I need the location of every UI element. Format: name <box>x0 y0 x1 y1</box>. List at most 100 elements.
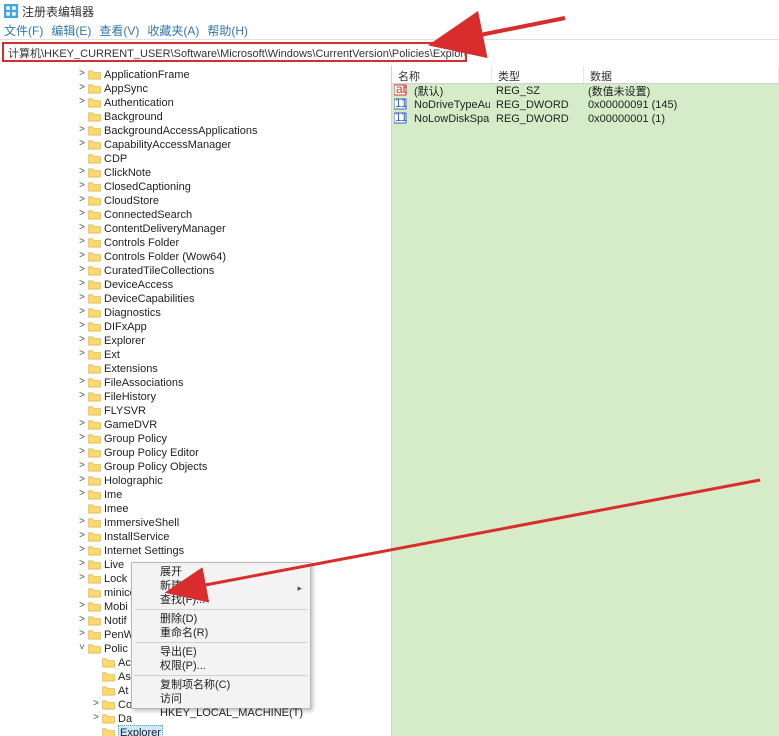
expander-icon[interactable]: > <box>76 138 88 152</box>
menu-item[interactable]: 删除(D) <box>134 612 308 626</box>
tree-item[interactable]: >Controls Folder <box>0 236 265 250</box>
tree-item[interactable]: >InstallService <box>0 530 265 544</box>
menu-help[interactable]: 帮助(H) <box>207 22 248 39</box>
tree-item-label: Group Policy Editor <box>104 446 199 460</box>
expander-icon[interactable]: > <box>76 264 88 278</box>
value-row[interactable]: (默认)REG_SZ(数值未设置) <box>392 84 779 98</box>
expander-icon[interactable]: > <box>76 348 88 362</box>
tree-item[interactable]: >BackgroundAccessApplications <box>0 124 265 138</box>
expander-icon[interactable]: > <box>90 712 102 726</box>
expander-icon[interactable]: > <box>76 460 88 474</box>
expander-icon[interactable]: > <box>76 614 88 628</box>
expander-icon[interactable]: > <box>76 390 88 404</box>
expander-icon[interactable]: > <box>90 698 102 712</box>
expander-icon[interactable]: ˅ <box>76 642 88 656</box>
expander-icon[interactable]: > <box>76 334 88 348</box>
tree-item[interactable]: Background <box>0 110 265 124</box>
tree-item[interactable]: Explorer <box>0 726 265 736</box>
menu-item[interactable]: 查找(F)... <box>134 593 308 607</box>
expander-icon[interactable]: > <box>76 558 88 572</box>
tree-item[interactable]: >Internet Settings <box>0 544 265 558</box>
value-row[interactable]: NoDriveTypeAu...REG_DWORD0x00000091 (145… <box>392 98 779 112</box>
expander-icon[interactable]: > <box>76 544 88 558</box>
expander-icon[interactable]: > <box>76 306 88 320</box>
expander-icon[interactable]: > <box>76 320 88 334</box>
expander-icon[interactable]: > <box>76 236 88 250</box>
context-menu[interactable]: 展开新建(N)▸查找(F)... 删除(D)重命名(R) 导出(E)权限(P)...… <box>131 562 311 709</box>
tree-item[interactable]: CDP <box>0 152 265 166</box>
tree-item[interactable]: >ClickNote <box>0 166 265 180</box>
menu-item[interactable]: 访问 HKEY_LOCAL_MACHINE(T) <box>134 692 308 706</box>
tree-item[interactable]: >DeviceAccess <box>0 278 265 292</box>
col-type[interactable]: 类型 <box>492 66 584 83</box>
tree-item[interactable]: Imee <box>0 502 265 516</box>
tree-item[interactable]: >ApplicationFrame <box>0 68 265 82</box>
expander-icon[interactable]: > <box>76 628 88 642</box>
expander-icon[interactable]: > <box>76 208 88 222</box>
expander-icon[interactable]: > <box>76 418 88 432</box>
tree-item[interactable]: >CuratedTileCollections <box>0 264 265 278</box>
expander-icon[interactable]: > <box>76 250 88 264</box>
tree-item[interactable]: >Holographic <box>0 474 265 488</box>
tree-item[interactable]: >CloudStore <box>0 194 265 208</box>
expander-icon[interactable]: > <box>76 124 88 138</box>
tree-item[interactable]: >CapabilityAccessManager <box>0 138 265 152</box>
expander-icon[interactable]: > <box>76 222 88 236</box>
tree-item[interactable]: >Group Policy <box>0 432 265 446</box>
tree-item[interactable]: >Group Policy Objects <box>0 460 265 474</box>
value-type: REG_DWORD <box>490 99 582 111</box>
tree-item[interactable]: >FileAssociations <box>0 376 265 390</box>
tree-item[interactable]: >GameDVR <box>0 418 265 432</box>
expander-icon[interactable]: > <box>76 194 88 208</box>
expander-icon[interactable]: > <box>76 446 88 460</box>
menu-item[interactable]: 重命名(R) <box>134 626 308 640</box>
tree-item[interactable]: >FileHistory <box>0 390 265 404</box>
tree-item[interactable]: >Authentication <box>0 96 265 110</box>
expander-icon[interactable]: > <box>76 376 88 390</box>
tree-item[interactable]: >Controls Folder (Wow64) <box>0 250 265 264</box>
expander-icon[interactable]: > <box>76 600 88 614</box>
tree-item[interactable]: >DeviceCapabilities <box>0 292 265 306</box>
value-row[interactable]: NoLowDiskSpa...REG_DWORD0x00000001 (1) <box>392 112 779 126</box>
expander-icon[interactable]: > <box>76 530 88 544</box>
address-bar[interactable]: 计算机\HKEY_CURRENT_USER\Software\Microsoft… <box>2 42 467 62</box>
tree-item[interactable]: > Group Policy Editor <box>0 446 265 460</box>
tree-item[interactable]: >Explorer <box>0 334 265 348</box>
expander-icon[interactable]: > <box>76 82 88 96</box>
tree-item[interactable]: >AppSync <box>0 82 265 96</box>
tree-item[interactable]: >Ime <box>0 488 265 502</box>
expander-icon[interactable]: > <box>76 572 88 586</box>
menu-item[interactable]: 复制项名称(C) <box>134 678 308 692</box>
tree-item[interactable]: >Ext <box>0 348 265 362</box>
tree-item[interactable]: FLYSVR <box>0 404 265 418</box>
tree-item[interactable]: >Diagnostics <box>0 306 265 320</box>
tree-item[interactable]: Extensions <box>0 362 265 376</box>
menu-file[interactable]: 文件(F) <box>4 22 43 39</box>
expander-icon[interactable]: > <box>76 432 88 446</box>
expander-icon[interactable]: > <box>76 516 88 530</box>
expander-icon[interactable]: > <box>76 96 88 110</box>
tree-item[interactable]: >ContentDeliveryManager <box>0 222 265 236</box>
menu-edit[interactable]: 编辑(E) <box>51 22 91 39</box>
menu-item[interactable]: 权限(P)... <box>134 659 308 673</box>
expander-icon[interactable]: > <box>76 474 88 488</box>
tree-item[interactable]: >ConnectedSearch <box>0 208 265 222</box>
menubar[interactable]: 文件(F) 编辑(E) 查看(V) 收藏夹(A) 帮助(H) <box>0 22 779 40</box>
menu-item[interactable]: 展开 <box>134 565 308 579</box>
expander-icon[interactable]: > <box>76 278 88 292</box>
value-pane[interactable]: 名称 类型 数据 (默认)REG_SZ(数值未设置)NoDriveTypeAu.… <box>392 66 779 736</box>
tree-item[interactable]: >ClosedCaptioning <box>0 180 265 194</box>
tree-item[interactable]: >DIFxApp <box>0 320 265 334</box>
col-data[interactable]: 数据 <box>584 66 779 83</box>
menu-item[interactable]: 新建(N)▸ <box>134 579 308 593</box>
col-name[interactable]: 名称 <box>392 66 492 83</box>
expander-icon[interactable]: > <box>76 488 88 502</box>
tree-item[interactable]: >ImmersiveShell <box>0 516 265 530</box>
expander-icon[interactable]: > <box>76 180 88 194</box>
expander-icon[interactable]: > <box>76 166 88 180</box>
menu-view[interactable]: 查看(V) <box>99 22 139 39</box>
menu-item[interactable]: 导出(E) <box>134 645 308 659</box>
expander-icon[interactable]: > <box>76 292 88 306</box>
menu-favorites[interactable]: 收藏夹(A) <box>147 22 199 39</box>
expander-icon[interactable]: > <box>76 68 88 82</box>
